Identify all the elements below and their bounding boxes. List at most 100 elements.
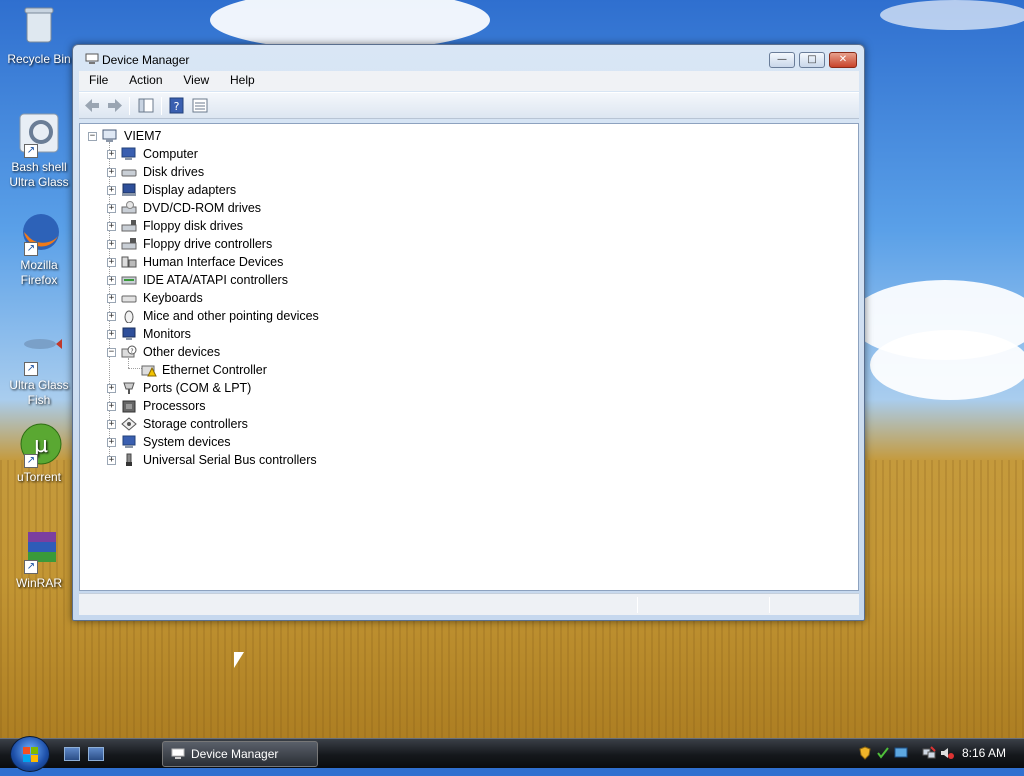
tree-category-label[interactable]: Disk drives [143,163,204,181]
tree-category-label[interactable]: Processors [143,397,206,415]
tree-category-label[interactable]: Mice and other pointing devices [143,307,319,325]
winrar-icon: ↗ [16,528,62,574]
device-manager-window: Device Manager — □ ✕ File Action View He… [72,44,865,621]
expand-toggle[interactable]: + [107,258,116,267]
shortcut-arrow-icon: ↗ [24,144,38,158]
show-desktop-icon[interactable] [64,747,80,761]
menu-view[interactable]: View [173,71,216,87]
security-check-icon[interactable] [876,746,890,760]
tree-category-label[interactable]: IDE ATA/ATAPI controllers [143,271,288,289]
firefox-icon: ↗ [16,210,62,256]
desktop-icon-bash-shell[interactable]: ↗ Bash shell Ultra Glass [4,112,74,190]
title-bar[interactable]: Device Manager — □ ✕ [73,45,864,73]
expand-toggle[interactable]: + [107,384,116,393]
tree-category-label[interactable]: Ports (COM & LPT) [143,379,251,397]
device-tree[interactable]: − VIEM7 + Computer + Disk drives + Display ad… [79,123,859,591]
collapse-toggle[interactable]: − [107,348,116,357]
speaker-muted-icon[interactable] [940,746,954,760]
desktop-icon-label: Bash shell Ultra Glass [9,160,69,189]
clock[interactable]: 8:16 AM [962,746,1006,760]
show-hide-console-tree-icon[interactable] [137,97,155,114]
display-adapter-icon [122,183,136,196]
expand-toggle[interactable]: + [107,150,116,159]
status-bar [79,593,859,615]
status-bar-separator [637,597,638,613]
expand-toggle[interactable]: + [107,204,116,213]
system-devices-icon [122,435,136,448]
monitor-icon [122,327,136,340]
floppy-controller-icon [121,238,137,250]
tree-category-label[interactable]: Human Interface Devices [143,253,283,271]
tree-device-label[interactable]: Ethernet Controller [162,361,267,379]
maximize-button[interactable]: □ [799,52,825,68]
security-shield-icon[interactable] [858,746,872,760]
tree-category-label[interactable]: Universal Serial Bus controllers [143,451,317,469]
toolbar: ? [79,92,859,119]
forward-icon[interactable] [106,97,124,114]
tree-category-label[interactable]: Other devices [143,343,220,361]
expand-toggle[interactable]: + [107,330,116,339]
expand-toggle[interactable]: + [107,456,116,465]
taskbar: Device Manager 8:16 AM [0,736,1024,772]
floppy-disk-icon [121,220,137,232]
toolbar-separator [161,97,162,115]
desktop-icon-utorrent[interactable]: µ ↗ uTorrent [4,422,74,485]
desktop-icon-recycle-bin[interactable]: Recycle Bin [4,4,74,67]
expand-toggle[interactable]: + [107,222,116,231]
device-manager-icon [85,53,99,64]
shortcut-arrow-icon: ↗ [24,362,38,376]
tree-category-label[interactable]: Keyboards [143,289,203,307]
expand-toggle[interactable]: + [107,312,116,321]
tree-category-label[interactable]: System devices [143,433,231,451]
expand-toggle[interactable]: + [107,294,116,303]
taskbar-button-device-manager[interactable]: Device Manager [162,741,318,767]
tree-category-label[interactable]: DVD/CD-ROM drives [143,199,261,217]
device-manager-icon [171,748,185,759]
computer-root-icon [102,129,117,142]
desktop-icon-label: uTorrent [16,470,62,484]
desktop-icon-winrar[interactable]: ↗ WinRAR [4,528,74,591]
expand-toggle[interactable]: + [107,438,116,447]
bash-shell-icon: ↗ [16,112,62,158]
expand-toggle[interactable]: + [107,420,116,429]
start-button[interactable] [10,736,50,772]
tree-category-label[interactable]: Computer [143,145,198,163]
switch-windows-icon[interactable] [88,747,104,761]
collapse-toggle[interactable]: − [88,132,97,141]
other-devices-icon: ? [121,345,137,358]
svg-text:?: ? [130,348,133,355]
properties-icon[interactable] [191,97,209,114]
tree-category-label[interactable]: Display adapters [143,181,236,199]
dvd-drive-icon [121,201,137,214]
expand-toggle[interactable]: + [107,168,116,177]
back-icon[interactable] [83,97,101,114]
expand-toggle[interactable]: + [107,240,116,249]
taskbar-button-label: Device Manager [191,747,279,761]
menu-file[interactable]: File [79,71,115,87]
menu-bar: File Action View Help [79,71,859,91]
menu-help[interactable]: Help [220,71,262,87]
recycle-bin-icon [16,4,62,50]
svg-text:?: ? [174,100,180,113]
desktop-icon-ultra-glass-fish[interactable]: ↗ Ultra Glass Fish [4,330,74,408]
tree-root-label[interactable]: VIEM7 [124,127,162,145]
desktop-icon-firefox[interactable]: ↗ Mozilla Firefox [4,210,74,288]
tree-category-label[interactable]: Storage controllers [143,415,248,433]
expand-toggle[interactable]: + [107,186,116,195]
expand-toggle[interactable]: + [107,276,116,285]
tree-category-label[interactable]: Floppy disk drives [143,217,243,235]
minimize-button[interactable]: — [769,52,795,68]
close-button[interactable]: ✕ [829,52,857,68]
mouse-icon [124,310,134,323]
tree-connector [128,368,142,369]
tree-category-label[interactable]: Floppy drive controllers [143,235,272,253]
network-status-icon[interactable] [894,746,908,760]
tree-category-label[interactable]: Monitors [143,325,191,343]
expand-toggle[interactable]: + [107,402,116,411]
help-icon[interactable]: ? [168,97,186,114]
network-icon[interactable] [922,746,936,760]
menu-action[interactable]: Action [119,71,169,87]
computer-icon [121,147,136,160]
window-title: Device Manager [102,53,190,67]
shortcut-arrow-icon: ↗ [24,454,38,468]
